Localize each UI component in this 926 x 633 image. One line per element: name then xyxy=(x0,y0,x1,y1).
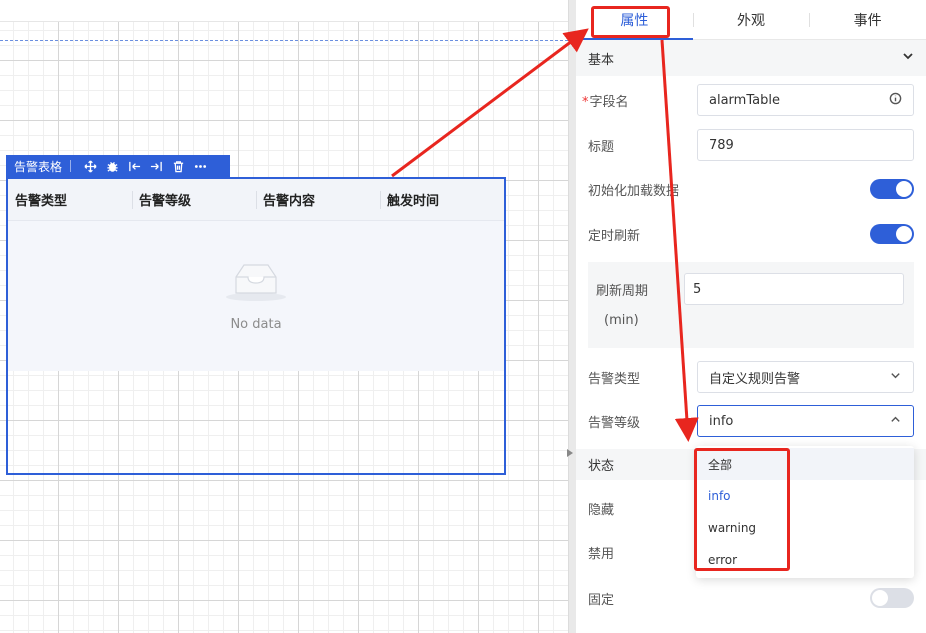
column-header: 告警内容 xyxy=(256,179,380,220)
title-label: 标题 xyxy=(588,139,615,155)
alarm-type-row: 告警类型 自定义规则告警 xyxy=(576,360,926,394)
init-load-row: 初始化加载数据 xyxy=(576,178,926,200)
field-name-label: *字段名 xyxy=(582,94,629,110)
panel-collapse-toggle[interactable] xyxy=(563,446,576,460)
column-header: 告警类型 xyxy=(15,194,68,209)
timed-refresh-label: 定时刷新 xyxy=(588,228,641,244)
hidden-label: 隐藏 xyxy=(588,502,615,518)
alarm-type-value: 自定义规则告警 xyxy=(709,371,801,387)
caret-right-icon xyxy=(566,449,573,457)
bug-icon[interactable] xyxy=(105,159,119,173)
table-header: 告警类型 告警等级 告警内容 触发时间 xyxy=(8,179,504,221)
fixed-row: 固定 xyxy=(576,587,926,609)
move-icon[interactable] xyxy=(83,159,97,173)
tab-properties[interactable]: 属性 xyxy=(576,0,693,40)
align-left-icon[interactable] xyxy=(127,159,141,173)
title-value: 789 xyxy=(709,137,734,153)
chevron-down-icon xyxy=(902,50,914,66)
table-empty-state: No data xyxy=(8,221,504,371)
column-header: 触发时间 xyxy=(380,179,504,220)
group-basic-header[interactable]: 基本 xyxy=(576,40,926,76)
dropdown-option[interactable]: error xyxy=(696,544,914,576)
empty-text: No data xyxy=(230,317,282,332)
alarm-table-component[interactable]: 告警类型 告警等级 告警内容 触发时间 No data xyxy=(6,177,506,475)
timed-refresh-row: 定时刷新 xyxy=(576,223,926,245)
canvas-ruler xyxy=(0,0,568,22)
dropdown-option[interactable]: warning xyxy=(696,512,914,544)
design-canvas[interactable]: 告警表格 告警类型 告警等级 告警内容 触发时间 No data xyxy=(0,0,568,633)
alarm-level-label: 告警等级 xyxy=(588,415,641,431)
dropdown-option[interactable]: info xyxy=(696,480,914,512)
init-load-switch[interactable] xyxy=(870,179,914,199)
refresh-period-label: 刷新周期 xyxy=(596,284,649,299)
refresh-period-input[interactable]: 5 xyxy=(684,273,904,305)
disabled-label: 禁用 xyxy=(588,546,615,562)
refresh-period-value: 5 xyxy=(693,281,702,297)
title-row: 标题 789 xyxy=(576,128,926,162)
alarm-level-select[interactable]: info xyxy=(697,405,914,437)
chevron-down-icon xyxy=(889,369,902,386)
info-icon[interactable] xyxy=(889,92,902,109)
tab-events[interactable]: 事件 xyxy=(809,0,926,39)
canvas-scrollbar[interactable] xyxy=(568,0,576,633)
timed-refresh-switch[interactable] xyxy=(870,224,914,244)
alarm-type-select[interactable]: 自定义规则告警 xyxy=(697,361,914,393)
group-basic-title: 基本 xyxy=(588,52,615,68)
refresh-period-card: 刷新周期 (min) 5 xyxy=(588,262,914,348)
tab-appearance[interactable]: 外观 xyxy=(692,0,810,39)
column-header: 告警等级 xyxy=(132,179,256,220)
empty-inbox-icon xyxy=(224,259,288,307)
component-name-label: 告警表格 xyxy=(14,159,63,174)
delete-icon[interactable] xyxy=(171,159,185,173)
fixed-label: 固定 xyxy=(588,592,615,608)
canvas-guide-line xyxy=(0,40,568,41)
chevron-up-icon xyxy=(889,413,902,430)
dropdown-option[interactable]: 全部 xyxy=(696,448,914,480)
init-load-label: 初始化加载数据 xyxy=(588,183,680,199)
title-input[interactable]: 789 xyxy=(697,129,914,161)
field-name-row: *字段名 alarmTable xyxy=(576,83,926,117)
alarm-level-dropdown: 全部 info warning error xyxy=(696,446,914,578)
panel-tabs: 属性 外观 事件 xyxy=(576,0,926,40)
component-toolbar: 告警表格 xyxy=(6,155,230,177)
group-status-title: 状态 xyxy=(588,459,615,474)
field-name-value: alarmTable xyxy=(709,92,780,108)
alarm-level-value: info xyxy=(709,413,734,429)
more-icon[interactable] xyxy=(193,159,207,173)
alarm-type-label: 告警类型 xyxy=(588,371,641,387)
align-right-icon[interactable] xyxy=(149,159,163,173)
alarm-level-row: 告警等级 info xyxy=(576,404,926,438)
refresh-period-unit: (min) xyxy=(604,313,639,328)
field-name-input[interactable]: alarmTable xyxy=(697,84,914,116)
toolbar-divider xyxy=(70,160,72,172)
fixed-switch[interactable] xyxy=(870,588,914,608)
